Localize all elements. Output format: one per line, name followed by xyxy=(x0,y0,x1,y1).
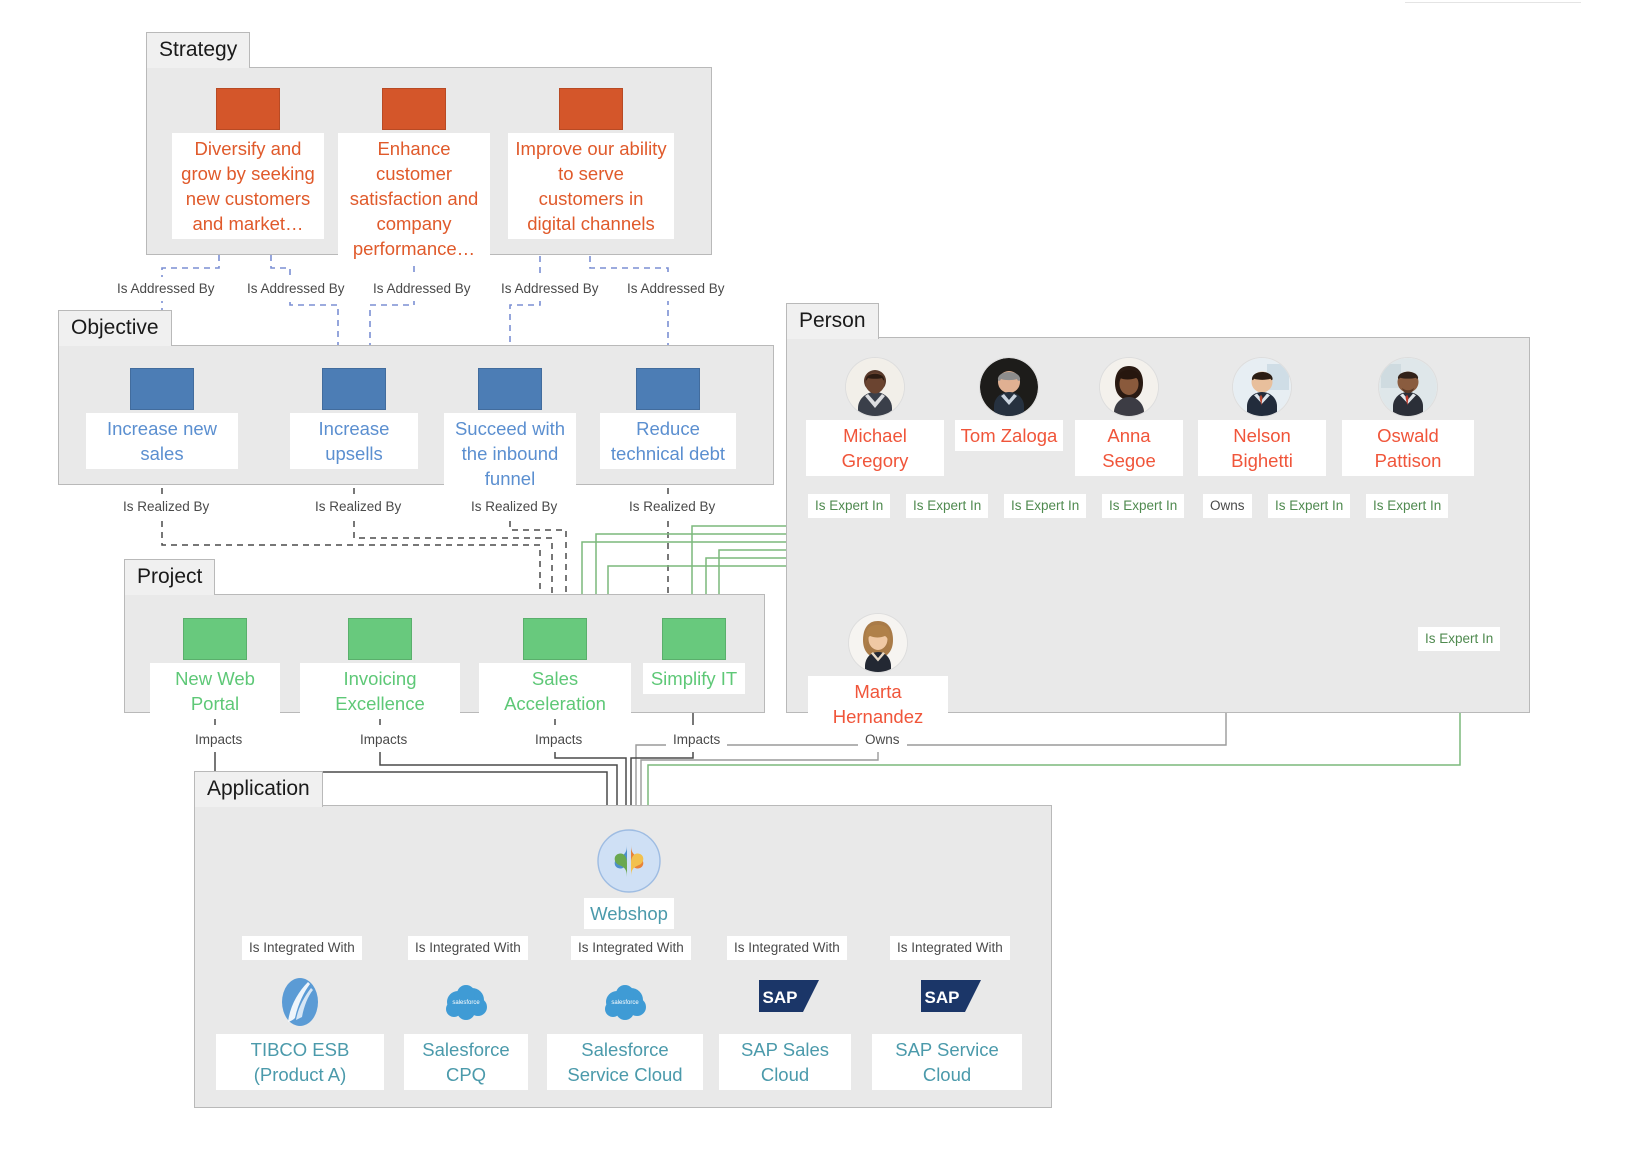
application-node-label: SAP Sales Cloud xyxy=(719,1034,851,1090)
objective-node-label: Increase new sales xyxy=(86,413,238,469)
relation-marta-owns: Owns xyxy=(858,728,907,752)
relation-person-1: Is Expert In xyxy=(906,494,989,518)
relation-is-addressed-by-0: Is Addressed By xyxy=(110,277,222,301)
relation-person-6: Is Expert In xyxy=(1366,494,1449,518)
application-node-label: TIBCO ESB (Product A) xyxy=(216,1034,384,1090)
person-node-label: Oswald Pattison xyxy=(1342,420,1474,476)
person-node-label: Marta Hernandez xyxy=(808,676,948,732)
relation-person-0: Is Expert In xyxy=(808,494,891,518)
relation-person-3: Is Expert In xyxy=(1102,494,1185,518)
person-node-label: Tom Zaloga xyxy=(955,420,1063,451)
person-node-label: Anna Segoe xyxy=(1075,420,1183,476)
lane-tab-project[interactable]: Project xyxy=(124,559,216,595)
application-node-label: SAP Service Cloud xyxy=(872,1034,1022,1090)
strategy-node-label: Diversify and grow by seeking new custom… xyxy=(172,133,324,239)
application-node-label: Salesforce CPQ xyxy=(404,1034,528,1090)
objective-swatch xyxy=(322,368,386,410)
avatar-michael-gregory xyxy=(846,358,904,416)
relation-person-5: Is Expert In xyxy=(1268,494,1351,518)
relation-is-addressed-by-4: Is Addressed By xyxy=(620,277,732,301)
project-swatch xyxy=(183,618,247,660)
objective-swatch xyxy=(130,368,194,410)
relation-is-integrated-with-1: Is Integrated With xyxy=(408,936,528,960)
objective-node-label: Reduce technical debt xyxy=(600,413,736,469)
lane-tab-objective[interactable]: Objective xyxy=(58,310,172,346)
relation-is-integrated-with-3: Is Integrated With xyxy=(727,936,847,960)
strategy-node-label: Improve our ability to serve customers i… xyxy=(508,133,674,239)
relation-impacts-1: Impacts xyxy=(353,728,415,752)
relation-is-realized-by-1: Is Realized By xyxy=(308,495,409,519)
relation-person-4-owns: Owns xyxy=(1203,494,1252,518)
objective-swatch xyxy=(478,368,542,410)
salesforce-icon: salesforce xyxy=(440,976,492,1028)
project-swatch xyxy=(523,618,587,660)
sap-icon: SAP xyxy=(759,980,819,1032)
relation-is-integrated-with-0: Is Integrated With xyxy=(242,936,362,960)
relation-impacts-0: Impacts xyxy=(188,728,250,752)
lane-tab-strategy[interactable]: Strategy xyxy=(146,32,251,68)
svg-text:salesforce: salesforce xyxy=(611,1000,639,1006)
project-node-label: Invoicing Excellence xyxy=(300,663,460,719)
webshop-icon xyxy=(594,826,664,896)
avatar-nelson-bighetti xyxy=(1233,358,1291,416)
relation-is-integrated-with-4: Is Integrated With xyxy=(890,936,1010,960)
relation-is-addressed-by-2: Is Addressed By xyxy=(366,277,478,301)
objective-swatch xyxy=(636,368,700,410)
project-swatch xyxy=(662,618,726,660)
top-rule xyxy=(1405,2,1581,3)
person-node-label: Nelson Bighetti xyxy=(1198,420,1326,476)
avatar-oswald-pattison xyxy=(1379,358,1437,416)
strategy-node-label: Enhance customer satisfaction and compan… xyxy=(338,133,490,264)
relation-is-realized-by-0: Is Realized By xyxy=(116,495,217,519)
svg-text:SAP: SAP xyxy=(763,988,798,1007)
project-node-label: New Web Portal xyxy=(150,663,280,719)
strategy-swatch xyxy=(559,88,623,130)
lane-tab-person[interactable]: Person xyxy=(786,303,879,339)
avatar-anna-segoe xyxy=(1100,358,1158,416)
relation-impacts-2: Impacts xyxy=(528,728,590,752)
sap-icon: SAP xyxy=(921,980,981,1032)
application-node-label: Salesforce Service Cloud xyxy=(547,1034,703,1090)
relation-oswald-expert-far-right: Is Expert In xyxy=(1418,627,1501,651)
tibco-icon xyxy=(274,976,326,1028)
diagram-canvas: Strategy Diversify and grow by seeking n… xyxy=(0,0,1640,1172)
relation-is-realized-by-2: Is Realized By xyxy=(464,495,565,519)
relation-is-integrated-with-2: Is Integrated With xyxy=(571,936,691,960)
strategy-swatch xyxy=(216,88,280,130)
relation-is-addressed-by-3: Is Addressed By xyxy=(494,277,606,301)
application-hub-label: Webshop xyxy=(584,898,674,929)
lane-tab-application[interactable]: Application xyxy=(194,771,323,807)
objective-node-label: Increase upsells xyxy=(290,413,418,469)
relation-is-addressed-by-1: Is Addressed By xyxy=(240,277,352,301)
person-node-label: Michael Gregory xyxy=(806,420,944,476)
project-node-label: Sales Acceleration xyxy=(479,663,631,719)
project-swatch xyxy=(348,618,412,660)
relation-impacts-3: Impacts xyxy=(666,728,728,752)
svg-text:salesforce: salesforce xyxy=(452,1000,480,1006)
relation-is-realized-by-3: Is Realized By xyxy=(622,495,723,519)
relation-person-2: Is Expert In xyxy=(1004,494,1087,518)
strategy-swatch xyxy=(382,88,446,130)
salesforce-icon: salesforce xyxy=(599,976,651,1028)
project-node-label: Simplify IT xyxy=(643,663,745,694)
avatar-marta-hernandez xyxy=(849,614,907,672)
svg-text:SAP: SAP xyxy=(925,988,960,1007)
objective-node-label: Succeed with the inbound funnel xyxy=(444,413,576,494)
avatar-tom-zaloga xyxy=(980,358,1038,416)
